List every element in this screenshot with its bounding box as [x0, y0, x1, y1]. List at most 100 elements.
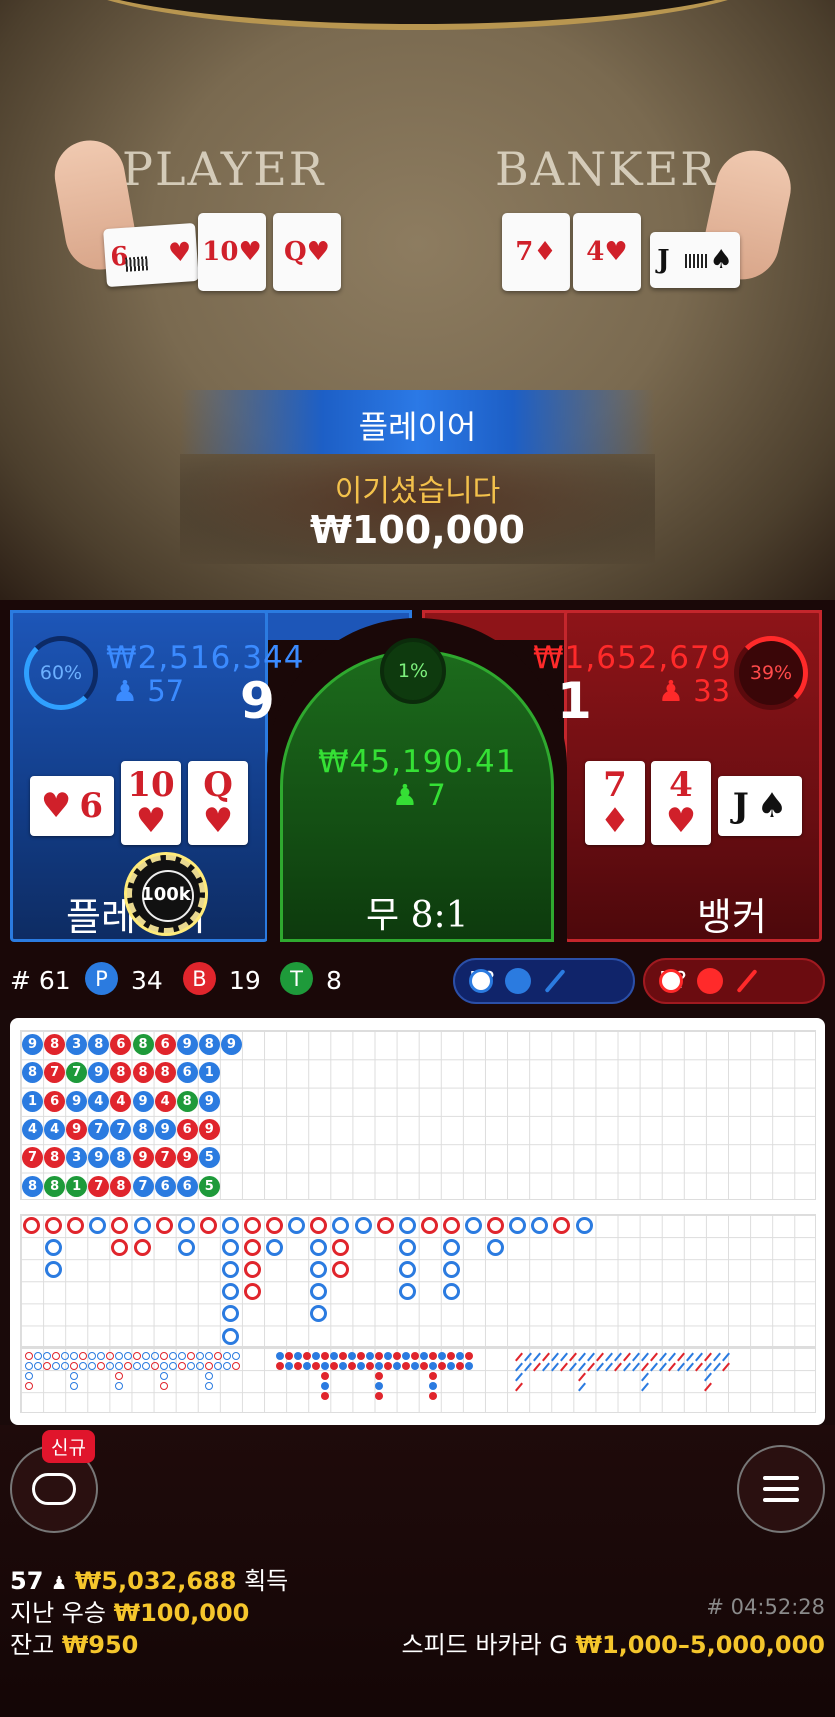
derived-road-mark [321, 1352, 329, 1360]
derived-road-mark [641, 1382, 649, 1392]
player-percent-ring: 60% [24, 636, 98, 710]
win-amount: ₩100,000 [310, 508, 525, 552]
derived-road-mark [357, 1362, 365, 1370]
big-road-cell [310, 1305, 328, 1323]
derived-road-mark [713, 1352, 721, 1362]
derived-road-mark [160, 1362, 168, 1370]
derived-road-mark [339, 1352, 347, 1360]
derived-road-mark [438, 1352, 446, 1360]
derived-road-mark [178, 1362, 186, 1370]
big-road-cell [310, 1283, 328, 1301]
blue-slash-icon [544, 968, 566, 994]
user-icon: ♟ [658, 674, 684, 708]
won-total: ₩5,032,688 [74, 1567, 237, 1595]
user-icon: ♟ [112, 674, 138, 708]
derived-road-mark [704, 1372, 712, 1382]
table-banker-card-2: 4 ♥ [573, 213, 641, 291]
derived-road-mark [294, 1362, 302, 1370]
bead-road-cell: 5 [198, 1147, 220, 1169]
derived-road-mark [312, 1352, 320, 1360]
banker-predict-button[interactable]: B? [643, 958, 825, 1004]
live-video: PLAYER BANKER 6 ♥ 10 ♥ Q ♥ 7 ♦ 4 ♥ J ♠ 플레이어 이기… [0, 0, 835, 610]
derived-road-mark [384, 1352, 392, 1360]
big-road [20, 1214, 816, 1347]
player-predict-button[interactable]: P? [453, 958, 635, 1004]
big-road-cell [332, 1217, 350, 1234]
bead-road-cell: 6 [44, 1090, 66, 1112]
derived-road-mark [393, 1352, 401, 1360]
table-player-card-3: Q ♥ [273, 213, 341, 291]
bead-road-cell: 9 [176, 1147, 198, 1169]
menu-button[interactable] [737, 1445, 825, 1533]
big-road-cell [221, 1305, 239, 1323]
derived-road-mark [515, 1382, 523, 1392]
bead-road-cell: 7 [22, 1147, 43, 1169]
bead-road-cell: 8 [44, 1034, 66, 1055]
bead-road-cell: 8 [176, 1090, 198, 1112]
derived-road-mark [321, 1362, 329, 1370]
derived-road-mark [160, 1382, 168, 1390]
table-banker-word: BANKER [495, 142, 717, 196]
derived-road-mark [411, 1352, 419, 1360]
derived-road-mark [232, 1352, 240, 1360]
scoreboard[interactable]: 9838686989877988861169449489449778969783… [10, 1018, 825, 1425]
placed-chip[interactable]: 100k [127, 855, 205, 933]
bead-road-cell: 9 [66, 1090, 88, 1112]
derived-road-mark [70, 1362, 78, 1370]
derived-road-mark [169, 1352, 177, 1360]
derived-road-mark [205, 1382, 213, 1390]
derived-road-mark [375, 1382, 383, 1390]
derived-road-mark [34, 1352, 42, 1360]
winners-line: 57 ♟ ₩5,032,688 획득 [10, 1561, 288, 1596]
big-road-cell [244, 1239, 261, 1257]
derived-road-mark [79, 1362, 87, 1370]
derived-road-mark [623, 1362, 631, 1372]
derived-road-mark [596, 1352, 604, 1362]
derived-road-mark [115, 1382, 123, 1390]
big-road-cell [45, 1239, 63, 1257]
derived-road-mark [97, 1362, 105, 1370]
last-win-label: 지난 우승 [10, 1599, 106, 1627]
derived-road-mark [366, 1362, 374, 1370]
bead-road-cell: 8 [88, 1034, 110, 1055]
last-win-line: 지난 우승 ₩100,000 [10, 1593, 249, 1628]
derived-road-mark [695, 1352, 703, 1362]
bet-area: 60% ₩2,516,344 ♟ 57 9 ♥6 10♥ Q♥ 플레이어 100… [0, 600, 835, 950]
red-ring-icon [659, 969, 683, 993]
derived-road-mark [43, 1362, 51, 1370]
derived-road-mark [605, 1362, 613, 1372]
derived-road-mark [79, 1352, 87, 1360]
derived-road-mark [160, 1372, 168, 1380]
derived-road-mark [659, 1362, 667, 1372]
balance-label: 잔고 [10, 1631, 55, 1659]
big-road-cell [244, 1217, 261, 1234]
derived-road-mark [393, 1362, 401, 1370]
bead-road-cell: 6 [176, 1175, 198, 1197]
derived-road-mark [551, 1352, 559, 1362]
derived-road-mark [704, 1382, 712, 1392]
derived-road-mark [115, 1352, 123, 1360]
bead-road-cell: 8 [22, 1175, 43, 1197]
derived-road-mark [312, 1362, 320, 1370]
bead-road-cell: 7 [44, 1062, 66, 1084]
derived-road-mark [524, 1362, 532, 1372]
big-road-cell [398, 1217, 416, 1234]
derived-road-mark [650, 1352, 658, 1362]
derived-road-mark [641, 1362, 649, 1372]
derived-road-mark [623, 1352, 631, 1362]
derived-road-mark [187, 1352, 195, 1360]
derived-road-mark [169, 1362, 177, 1370]
derived-road-mark [456, 1352, 464, 1360]
big-road-cell [442, 1261, 460, 1279]
big-road-cell [199, 1217, 217, 1234]
big-road-cell [442, 1283, 460, 1301]
derived-road-mark [142, 1352, 150, 1360]
derived-road-mark [515, 1372, 523, 1382]
derived-road-mark [632, 1352, 640, 1362]
bead-road-cell: 1 [66, 1175, 88, 1197]
red-dot-icon [697, 968, 723, 994]
derived-road-mark [578, 1382, 586, 1392]
derived-road-mark [214, 1352, 222, 1360]
win-message: 이기셨습니다 [334, 474, 501, 509]
balance-line: 잔고 ₩950 [10, 1625, 138, 1660]
